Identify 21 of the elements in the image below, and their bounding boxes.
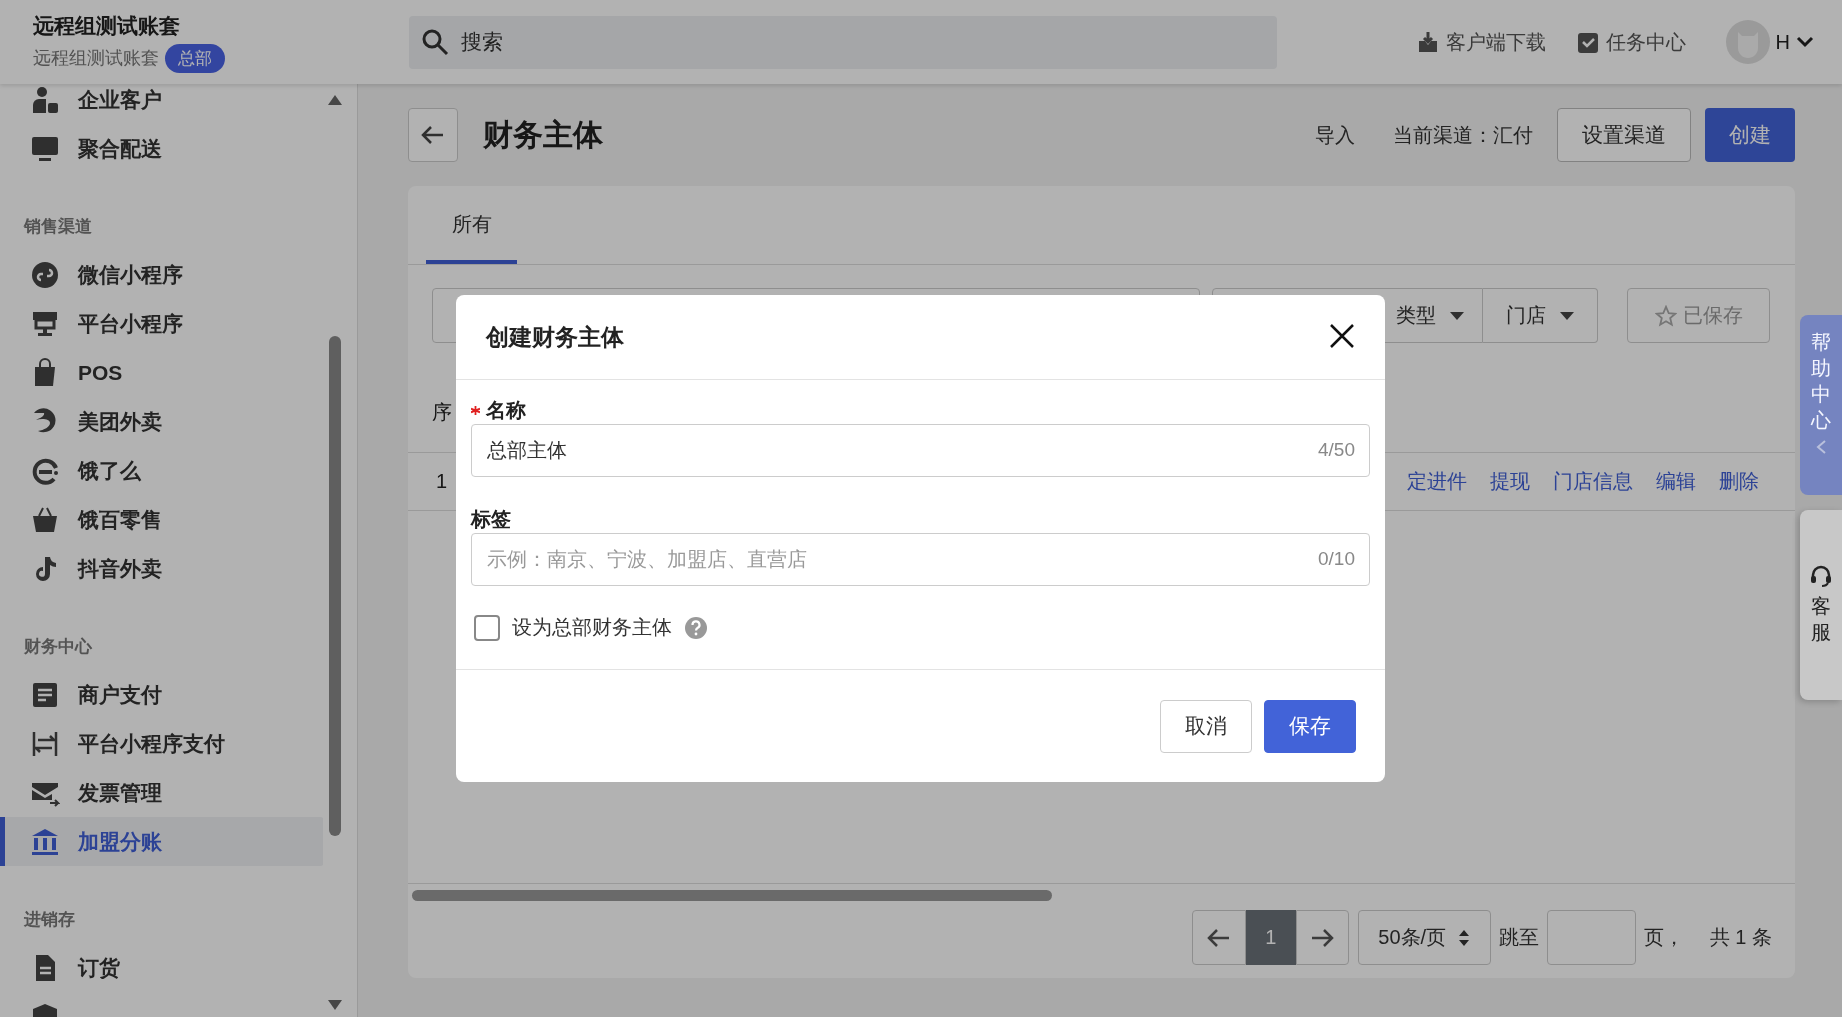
tab-label: 客服 <box>1811 594 1831 645</box>
tab-label: 帮助中心 <box>1811 330 1831 433</box>
page-title: 财务主体 <box>483 116 603 153</box>
checkbox-label: 设为总部财务主体 <box>512 615 672 640</box>
field-label: 标签 <box>471 506 511 532</box>
account-badge: 总部 <box>165 43 225 73</box>
section-title: 财务中心 <box>23 636 93 658</box>
section-title: 进销存 <box>23 909 76 931</box>
channel-label: 当前渠道：汇付 <box>1393 122 1533 148</box>
account-name: 远程组测试账套 <box>33 12 181 39</box>
column-header: 序 <box>432 400 452 425</box>
dialog-title: 创建财务主体 <box>486 322 624 352</box>
character-counter: 0/10 <box>1318 548 1355 570</box>
section-title: 销售渠道 <box>22 216 93 238</box>
character-counter: 4/50 <box>1318 439 1355 461</box>
page-suffix: 页， <box>1643 925 1684 950</box>
field-label: 名称 <box>486 397 526 423</box>
total-count: 共 1 条 <box>1709 925 1772 950</box>
row-index: 1 <box>436 470 448 493</box>
jump-label: 跳至 <box>1498 925 1539 950</box>
account-subtitle: 远程组测试账套 <box>33 47 159 70</box>
